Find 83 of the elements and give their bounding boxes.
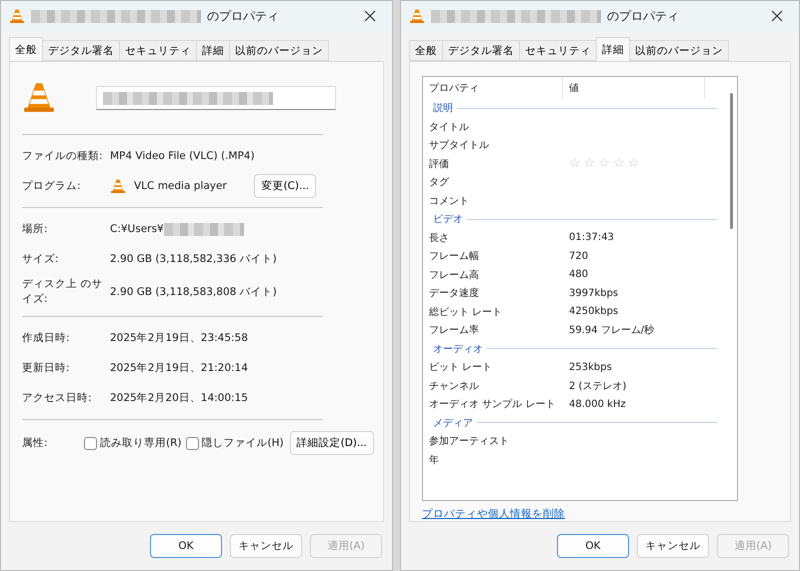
property-name: 長さ bbox=[428, 232, 450, 245]
field-label: ディスク上 のサイズ: bbox=[22, 277, 104, 307]
close-icon bbox=[771, 10, 783, 22]
property-value: 3997kbps bbox=[568, 288, 620, 299]
column-header[interactable]: プロパティ bbox=[423, 77, 563, 99]
field-label: サイズ: bbox=[22, 252, 60, 266]
field-label: アクセス日時: bbox=[22, 390, 93, 406]
property-name: 評価 bbox=[428, 158, 450, 171]
column-header[interactable]: 値 bbox=[563, 77, 705, 99]
dialog-button[interactable]: キャンセル bbox=[230, 534, 302, 558]
field-label: 属性: bbox=[22, 436, 49, 450]
star-icon: ☆ bbox=[598, 156, 610, 172]
scrollbar-thumb[interactable] bbox=[730, 93, 733, 229]
property-name: 年 bbox=[428, 454, 440, 467]
property-name: フレーム幅 bbox=[428, 250, 480, 264]
star-icon: ☆ bbox=[628, 156, 640, 172]
property-name: データ速度 bbox=[428, 286, 480, 300]
field-value: 2025年2月20日、14:00:15 bbox=[110, 391, 248, 405]
group-heading: 説明 bbox=[433, 102, 453, 116]
star-icon: ☆ bbox=[569, 156, 581, 172]
remove-properties-link[interactable]: プロパティや個人情報を削除 bbox=[422, 507, 565, 521]
cone-icon bbox=[110, 178, 126, 194]
file-name-field[interactable] bbox=[96, 86, 336, 110]
property-value: 4250kbps bbox=[568, 306, 620, 318]
field-label: 更新日時: bbox=[22, 360, 71, 376]
property-value: 59.94 フレーム/秒 bbox=[568, 324, 656, 338]
tab[interactable]: 以前のバージョン bbox=[629, 40, 729, 61]
property-name: フレーム率 bbox=[428, 324, 480, 338]
property-value: 720 bbox=[568, 250, 590, 262]
field-label: プログラム: bbox=[22, 178, 82, 194]
field-value: 2025年2月19日、21:20:14 bbox=[110, 361, 248, 375]
tab[interactable]: 全般 bbox=[409, 40, 443, 61]
property-name: オーディオ サンプル レート bbox=[428, 398, 556, 412]
checkbox[interactable] bbox=[84, 436, 97, 450]
tab[interactable]: デジタル署名 bbox=[442, 40, 520, 61]
group-heading: ビデオ bbox=[433, 213, 463, 226]
cone-icon bbox=[9, 8, 25, 24]
field-label: 場所: bbox=[22, 222, 49, 236]
window-title: のプロパティ bbox=[607, 8, 679, 24]
checkbox[interactable] bbox=[186, 436, 198, 450]
field-value: 2.90 GB (3,118,582,336 バイト) bbox=[110, 252, 277, 266]
checkbox-label: 読み取り専用(R) bbox=[100, 436, 182, 450]
group-heading: オーディオ bbox=[433, 342, 483, 356]
tab[interactable]: デジタル署名 bbox=[42, 40, 120, 61]
checkbox-label: 隠しファイル(H) bbox=[202, 436, 284, 450]
property-name: タグ bbox=[428, 176, 450, 190]
property-name: コメント bbox=[428, 194, 470, 208]
field-value: 2.90 GB (3,118,583,808 バイト) bbox=[110, 285, 277, 299]
property-value: 480 bbox=[568, 269, 590, 280]
field-label: 作成日時: bbox=[22, 330, 71, 346]
property-value: 2 (ステレオ) bbox=[568, 380, 628, 393]
tab[interactable]: 詳細 bbox=[196, 40, 230, 61]
property-name: 参加アーティスト bbox=[428, 434, 510, 448]
field-label: ファイルの種類: bbox=[22, 148, 104, 164]
close-icon bbox=[364, 10, 376, 22]
advanced-button[interactable]: 詳細設定(D)... bbox=[290, 431, 374, 455]
field-value: MP4 Video File (VLC) (.MP4) bbox=[110, 150, 255, 162]
property-name: 総ビット レート bbox=[428, 306, 504, 319]
property-name: タイトル bbox=[428, 120, 470, 134]
tab[interactable]: セキュリティ bbox=[119, 40, 197, 61]
change-button[interactable]: 変更(C)... bbox=[254, 174, 316, 198]
property-value: 253kbps bbox=[568, 362, 613, 373]
group-heading: メディア bbox=[433, 416, 473, 430]
field-value: 2025年2月19日、23:45:58 bbox=[110, 331, 248, 345]
tab[interactable]: 詳細 bbox=[596, 37, 630, 61]
field-value: VLC media player bbox=[134, 180, 227, 192]
property-name: チャンネル bbox=[428, 380, 480, 393]
tab[interactable]: 全般 bbox=[9, 37, 43, 61]
property-name: フレーム高 bbox=[428, 268, 480, 282]
property-name: ビット レート bbox=[428, 361, 494, 374]
tab[interactable]: 以前のバージョン bbox=[229, 40, 329, 61]
tab[interactable]: セキュリティ bbox=[519, 40, 597, 61]
star-icon: ☆ bbox=[584, 156, 596, 172]
property-name: サブタイトル bbox=[428, 138, 490, 152]
property-value: 01:37:43 bbox=[568, 232, 615, 244]
field-value: C:¥Users¥ bbox=[110, 223, 164, 235]
property-value: 48.000 kHz bbox=[568, 398, 627, 410]
dialog-button[interactable]: キャンセル bbox=[637, 534, 709, 558]
window-title: のプロパティ bbox=[207, 8, 279, 24]
dialog-button[interactable]: OK bbox=[150, 534, 222, 558]
cone-icon bbox=[409, 8, 425, 24]
star-icon: ☆ bbox=[612, 156, 625, 172]
dialog-button[interactable]: OK bbox=[557, 534, 629, 558]
